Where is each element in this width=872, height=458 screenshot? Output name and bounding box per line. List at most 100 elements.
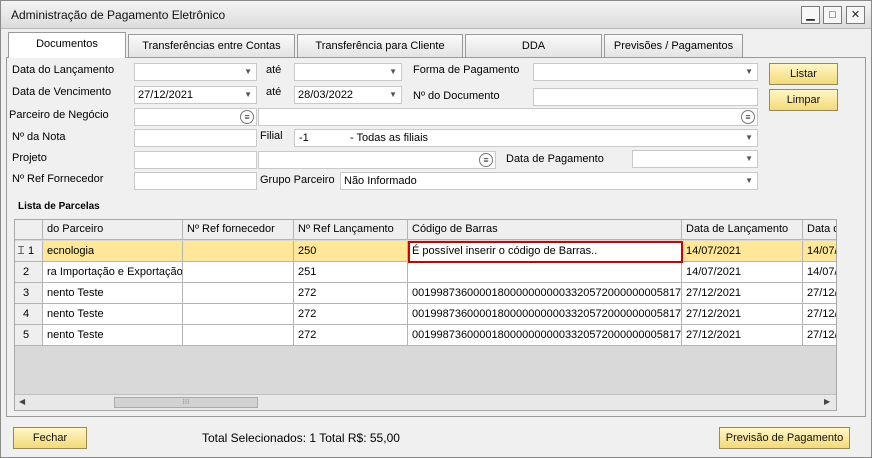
chevron-down-icon[interactable]: ▼ [244,64,252,80]
table-cell[interactable]: nento Teste [43,325,183,346]
chevron-down-icon[interactable]: ▼ [745,64,753,80]
table-cell[interactable] [183,325,294,346]
projeto-name-input[interactable]: ≡ [258,151,496,169]
table-cell[interactable]: 27/12/ [803,304,836,325]
maximize-button[interactable]: □ [823,6,842,24]
table-cell[interactable]: 0019987360000180000000000332057200000000… [408,283,682,304]
table-cell[interactable] [183,304,294,325]
data-vencimento-label: Data de Vencimento [12,86,112,98]
projeto-code-input[interactable] [134,151,257,169]
column-header-parceiro[interactable]: do Parceiro [43,220,183,240]
tab-previsoes-pagamentos[interactable]: Previsões / Pagamentos [604,34,743,57]
num-documento-label: Nº do Documento [413,90,500,102]
table-cell[interactable]: ra Importação e Exportação [43,262,183,283]
projeto-label: Projeto [12,152,47,164]
choose-from-list-icon[interactable]: ≡ [479,153,493,167]
data-lancamento-label: Data do Lançamento [12,64,115,76]
table-cell[interactable]: 14/07/ [803,241,836,262]
grupo-parceiro-value: Não Informado [344,175,417,187]
filial-select[interactable]: -1 - Todas as filiais ▼ [294,129,758,147]
row-number[interactable]: 2 [15,262,43,283]
table-cell[interactable] [183,283,294,304]
parceiro-code-input[interactable]: ≡ [134,108,257,126]
tab-transferencias-contas[interactable]: Transferências entre Contas [128,34,295,57]
choose-from-list-icon[interactable]: ≡ [240,110,254,124]
parceiro-label: Parceiro de Negócio [9,109,109,121]
nota-label: Nº da Nota [12,131,66,143]
data-lancamento-to-field[interactable]: ▼ [294,63,402,81]
scroll-right-icon[interactable]: ▶ [824,397,830,406]
close-button[interactable]: ✕ [846,6,865,24]
tab-documentos[interactable]: Documentos [8,32,126,58]
data-pagamento-field[interactable]: ▼ [632,150,758,168]
table-cell[interactable]: 27/12/ [803,325,836,346]
choose-from-list-icon[interactable]: ≡ [741,110,755,124]
chevron-down-icon[interactable]: ▼ [745,173,753,189]
chevron-down-icon[interactable]: ▼ [745,130,753,146]
chevron-down-icon[interactable]: ▼ [389,64,397,80]
nota-input[interactable] [134,129,257,147]
row-number[interactable]: 4 [15,304,43,325]
table-cell[interactable]: 0019987360000180000000000332057200000000… [408,304,682,325]
parceiro-name-input[interactable]: ≡ [258,108,758,126]
grupo-parceiro-label: Grupo Parceiro [260,174,335,186]
row-number-header [15,220,43,240]
table-cell[interactable]: 14/07/2021 [682,241,803,262]
data-vencimento-from-field[interactable]: 27/12/2021 ▼ [134,86,257,104]
filial-code: -1 [299,132,309,144]
table-cell[interactable]: 272 [294,325,408,346]
filial-value: - Todas as filiais [350,132,429,144]
table-cell[interactable]: 272 [294,283,408,304]
column-header-ref-fornecedor[interactable]: Nº Ref fornecedor [183,220,294,240]
tab-transferencia-cliente[interactable]: Transferência para Cliente [297,34,463,57]
data-vencimento-to-value: 28/03/2022 [298,89,354,101]
table-cell[interactable]: nento Teste [43,283,183,304]
data-vencimento-from-value: 27/12/2021 [138,89,194,101]
row-number[interactable]: Ɪ1 [15,241,43,262]
table-cell[interactable] [183,241,294,262]
forma-pagamento-select[interactable]: ▼ [533,63,758,81]
table-cell[interactable]: 250 [294,241,408,262]
column-header-codigo-barras[interactable]: Código de Barras [408,220,682,240]
ref-fornecedor-input[interactable] [134,172,257,190]
filial-label: Filial [260,130,283,142]
minimize-button[interactable]: ▁ [801,6,820,24]
tab-dda[interactable]: DDA [465,34,602,57]
table-cell[interactable]: 27/12/2021 [682,304,803,325]
row-cursor-icon: Ɪ [18,245,25,257]
data-vencimento-to-field[interactable]: 28/03/2022 ▼ [294,86,402,104]
ate-label-2: até [266,86,282,98]
chevron-down-icon[interactable]: ▼ [244,87,252,103]
grupo-parceiro-select[interactable]: Não Informado ▼ [340,172,758,190]
horizontal-scrollbar[interactable]: ◀ ⁝⁝⁝ ▶ [15,394,836,410]
previsao-pagamento-button[interactable]: Previsão de Pagamento [719,427,850,449]
chevron-down-icon[interactable]: ▼ [389,87,397,103]
ref-fornecedor-label: Nº Ref Fornecedor [12,173,104,185]
table-cell[interactable]: 27/12/2021 [682,325,803,346]
scroll-left-icon[interactable]: ◀ [19,397,25,406]
table-cell[interactable]: 14/07/2021 [682,262,803,283]
table-cell[interactable] [183,262,294,283]
table-cell[interactable]: 27/12/2021 [682,283,803,304]
fechar-button[interactable]: Fechar [13,427,87,449]
column-header-data-d[interactable]: Data d [803,220,836,240]
highlight-box [408,241,683,263]
table-cell[interactable]: 14/07/ [803,262,836,283]
scroll-thumb[interactable]: ⁝⁝⁝ [114,397,258,408]
row-number[interactable]: 3 [15,283,43,304]
row-number[interactable]: 5 [15,325,43,346]
listar-button[interactable]: Listar [769,63,838,85]
column-header-data-lancamento[interactable]: Data de Lançamento [682,220,803,240]
data-lancamento-from-field[interactable]: ▼ [134,63,257,81]
table-cell[interactable]: ecnologia [43,241,183,262]
column-header-ref-lancamento[interactable]: Nº Ref Lançamento [294,220,408,240]
table-cell[interactable]: nento Teste [43,304,183,325]
num-documento-input[interactable] [533,88,758,106]
limpar-button[interactable]: Limpar [769,89,838,111]
chevron-down-icon[interactable]: ▼ [745,151,753,167]
table-cell[interactable]: 27/12/ [803,283,836,304]
table-cell[interactable]: 272 [294,304,408,325]
table-cell[interactable]: 0019987360000180000000000332057200000000… [408,325,682,346]
table-cell[interactable] [408,262,682,283]
table-cell[interactable]: 251 [294,262,408,283]
